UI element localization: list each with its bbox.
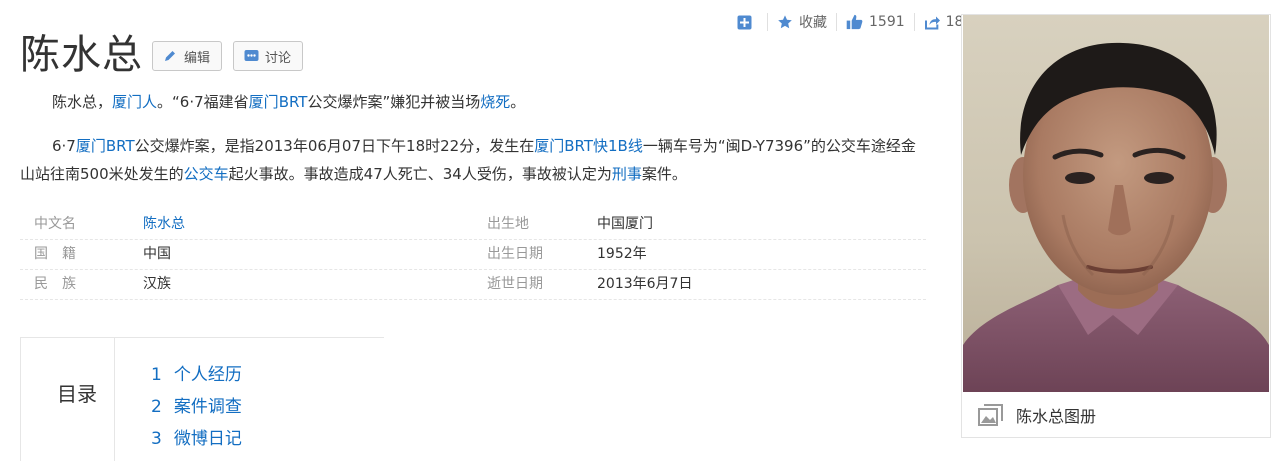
toc-item[interactable]: 2 案件调查: [151, 392, 242, 417]
basic-info-table: 中文名 陈水总 出生地 中国厦门 国 籍 中国 出生日期 1952年 民 族 汉…: [20, 210, 926, 300]
info-value: 汉族: [143, 276, 171, 292]
divider: [114, 338, 115, 461]
info-value: 中国: [143, 246, 171, 262]
album-link[interactable]: 陈水总图册: [962, 392, 1270, 437]
discuss-button[interactable]: 讨论: [233, 41, 303, 71]
summary-text: 。: [510, 93, 526, 111]
portrait-photo[interactable]: [963, 15, 1269, 392]
star-icon: [778, 15, 792, 29]
info-row: 民 族 汉族 逝世日期 2013年6月7日: [20, 270, 926, 300]
info-label: 国 籍: [34, 246, 76, 262]
gallery-icon: [978, 403, 1003, 426]
toc-item-number: 2: [151, 397, 162, 417]
summary-text: 陈水总，: [52, 93, 113, 111]
table-of-contents: 目录 1 个人经历 2 案件调查 3 微博日记: [20, 337, 384, 461]
link-xiamen-person[interactable]: 厦门人: [112, 93, 157, 111]
share-icon: [924, 16, 940, 29]
like-count: 1591: [869, 14, 905, 30]
summary-text: 公交爆炸案”嫌犯并被当场: [307, 93, 481, 111]
link-bus[interactable]: 公交车: [184, 165, 229, 183]
summary-paragraph: 陈水总，厦门人。“6·7福建省厦门BRT公交爆炸案”嫌犯并被当场烧死。: [20, 88, 920, 116]
toc-item-label: 个人经历: [173, 365, 242, 385]
info-label: 民 族: [34, 276, 76, 292]
edit-label: 编辑: [184, 50, 211, 66]
link-xiamen[interactable]: 厦门: [249, 93, 279, 111]
toc-item-label: 案件调查: [173, 397, 242, 417]
toc-item-number: 1: [151, 365, 162, 385]
info-row: 中文名 陈水总 出生地 中国厦门: [20, 210, 926, 240]
info-label: 中文名: [34, 216, 76, 232]
info-value: 2013年6月7日: [597, 276, 693, 292]
info-label: 出生日期: [487, 246, 543, 262]
description-paragraph: 6·7厦门BRT公交爆炸案，是指2013年06月07日下午18时22分，发生在厦…: [20, 132, 920, 188]
thumbs-up-icon: [846, 14, 863, 30]
edit-button[interactable]: 编辑: [152, 41, 222, 71]
page-title: 陈水总: [20, 32, 143, 78]
pencil-icon: [162, 48, 178, 64]
link-brt-line[interactable]: 厦门BRT快1B线: [534, 137, 643, 155]
chat-icon: [243, 48, 259, 64]
desc-text: 案件。: [641, 165, 687, 183]
info-value-link[interactable]: 陈水总: [143, 214, 185, 234]
favorite-label: 收藏: [799, 15, 827, 31]
link-burned[interactable]: 烧死: [480, 93, 510, 111]
album-label: 陈水总图册: [1016, 406, 1097, 426]
like-button[interactable]: 1591: [837, 13, 915, 31]
toc-title: 目录: [57, 382, 97, 406]
info-value: 中国厦门: [597, 216, 653, 232]
desc-text: 起火事故。事故造成47人死亡、34人受伤，事故被认定为: [228, 165, 612, 183]
info-row: 国 籍 中国 出生日期 1952年: [20, 240, 926, 270]
desc-text: 6·7: [52, 137, 76, 155]
toc-item[interactable]: 3 微博日记: [151, 424, 242, 449]
favorite-button[interactable]: 收藏: [768, 13, 837, 31]
link-brt[interactable]: BRT: [106, 137, 135, 155]
toc-item-number: 3: [151, 429, 162, 449]
plus-box-icon: [737, 15, 752, 29]
info-value: 1952年: [597, 246, 647, 262]
info-label: 逝世日期: [487, 276, 543, 292]
info-label: 出生地: [487, 216, 529, 232]
link-criminal[interactable]: 刑事: [612, 165, 642, 183]
add-button[interactable]: [728, 13, 768, 31]
link-brt[interactable]: BRT: [279, 93, 308, 111]
discuss-label: 讨论: [265, 50, 292, 66]
toc-item[interactable]: 1 个人经历: [151, 360, 242, 385]
action-toolbar: 收藏 1591 18: [728, 10, 972, 34]
summary-text: 。“6·7福建省: [157, 93, 249, 111]
summary-picture-card: 陈水总图册: [961, 14, 1271, 438]
link-xiamen[interactable]: 厦门: [76, 137, 106, 155]
toc-item-label: 微博日记: [173, 429, 242, 449]
desc-text: 公交爆炸案，是指2013年06月07日下午18时22分，发生在: [134, 137, 535, 155]
